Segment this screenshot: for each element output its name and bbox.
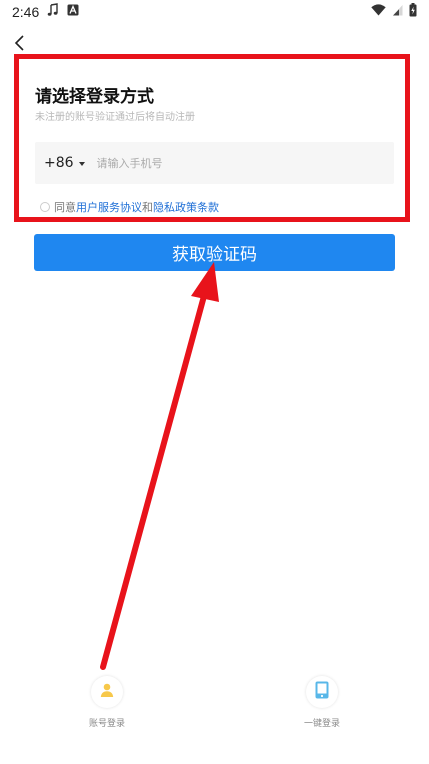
caret-down-icon — [78, 161, 85, 166]
status-left: 2:46 — [12, 3, 79, 21]
user-icon — [99, 682, 115, 702]
login-screen: 2:46 请选择登录方式 未注册的账号验证通过后将自动注册 +86 请输入手机号… — [0, 0, 429, 764]
country-code-selector[interactable]: +86 — [44, 155, 85, 171]
wifi-icon — [371, 4, 386, 20]
status-time: 2:46 — [12, 4, 40, 20]
status-right — [371, 3, 417, 21]
annotation-highlight-box — [14, 54, 410, 222]
account-login-icon-wrap — [91, 676, 123, 708]
back-icon[interactable] — [12, 34, 30, 52]
agreement-prefix: 同意 — [54, 201, 76, 214]
account-login-label: 账号登录 — [88, 719, 125, 729]
font-a-icon — [67, 4, 79, 20]
status-bar: 2:46 — [0, 0, 429, 24]
agreement-row: 同意 用户服务协议和隐私政策条款 — [40, 199, 219, 215]
account-login-option[interactable]: 账号登录 — [67, 676, 147, 729]
phone-input-row: +86 — [35, 142, 394, 184]
get-verification-code-button[interactable]: 获取验证码 — [34, 234, 395, 271]
battery-charging-icon — [409, 3, 417, 21]
one-click-login-icon-wrap — [306, 676, 338, 708]
one-click-login-label: 一键登录 — [303, 719, 340, 729]
country-code-value: +86 — [44, 155, 74, 171]
phone-number-input[interactable] — [94, 155, 379, 171]
agreement-and: 和 — [142, 201, 153, 214]
one-click-login-option[interactable]: 一键登录 — [282, 676, 362, 729]
page-title: 请选择登录方式 — [35, 87, 154, 107]
phone-icon — [315, 681, 329, 703]
signal-icon — [392, 4, 403, 20]
user-agreement-link[interactable]: 用户服务协议 — [76, 199, 142, 215]
music-note-icon — [47, 3, 59, 21]
privacy-policy-link[interactable]: 隐私政策条款 — [153, 199, 219, 215]
page-subtitle: 未注册的账号验证通过后将自动注册 — [35, 112, 195, 123]
agreement-checkbox[interactable] — [40, 202, 50, 212]
